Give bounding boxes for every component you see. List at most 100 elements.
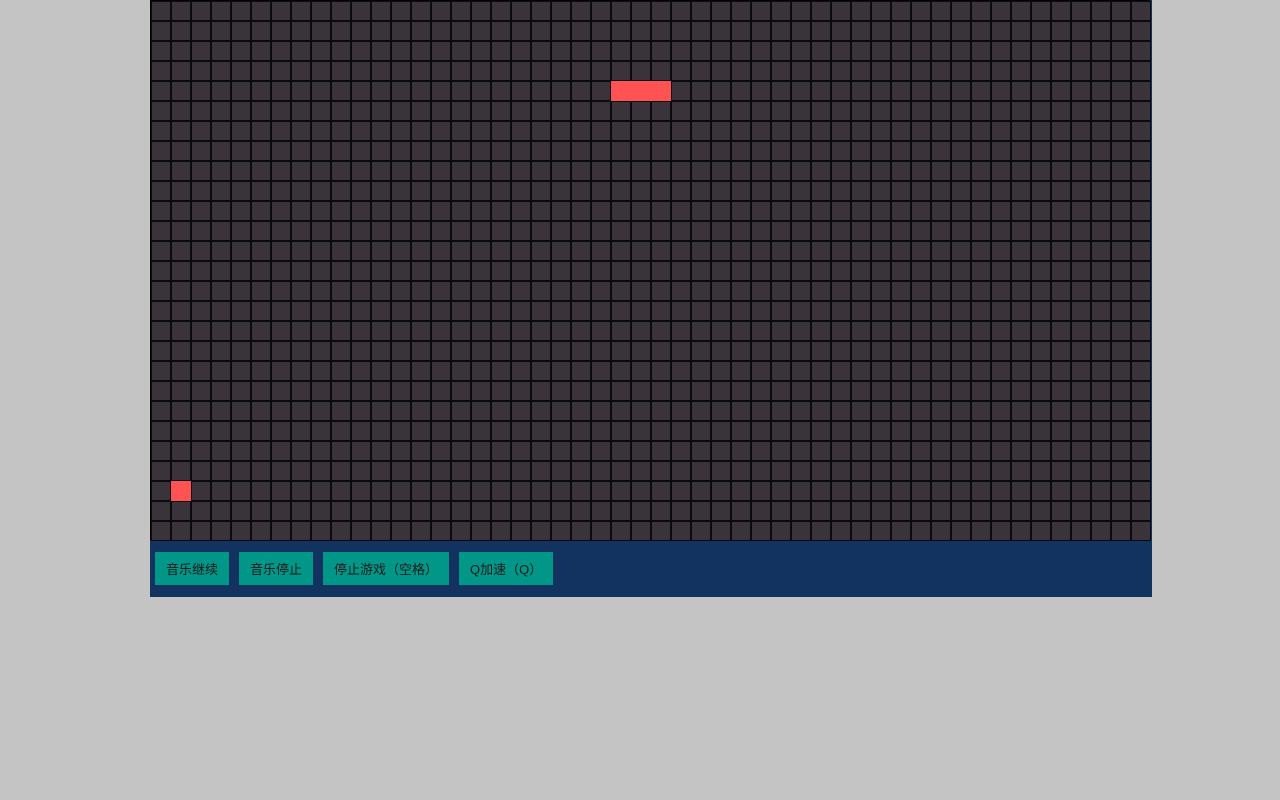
grid-cell: [411, 61, 431, 81]
grid-cell: [551, 101, 571, 121]
grid-cell: [811, 421, 831, 441]
grid-cell: [1051, 321, 1071, 341]
grid-cell: [851, 441, 871, 461]
grid-cell: [791, 381, 811, 401]
grid-cell: [191, 201, 211, 221]
grid-cell: [1011, 1, 1031, 21]
grid-cell: [1091, 21, 1111, 41]
grid-cell: [1111, 61, 1131, 81]
grid-cell: [671, 181, 691, 201]
grid-cell: [891, 421, 911, 441]
grid-cell: [1111, 421, 1131, 441]
grid-cell: [1131, 241, 1151, 261]
grid-cell: [171, 81, 191, 101]
grid-cell: [411, 181, 431, 201]
grid-cell: [231, 401, 251, 421]
grid-cell: [391, 101, 411, 121]
grid-cell: [1091, 241, 1111, 261]
grid-cell: [351, 221, 371, 241]
grid-cell: [311, 501, 331, 521]
grid-cell: [231, 301, 251, 321]
grid-cell: [1031, 181, 1051, 201]
grid-cell: [591, 201, 611, 221]
grid-cell: [531, 481, 551, 501]
grid-cell: [1071, 21, 1091, 41]
grid-cell: [191, 181, 211, 201]
music-stop-button[interactable]: 音乐停止: [239, 552, 313, 585]
grid-cell: [1051, 41, 1071, 61]
grid-cell: [651, 401, 671, 421]
grid-cell: [811, 521, 831, 541]
grid-cell: [591, 441, 611, 461]
grid-cell: [491, 301, 511, 321]
grid-cell: [1111, 1, 1131, 21]
grid-cell: [331, 261, 351, 281]
grid-cell: [651, 481, 671, 501]
grid-cell: [771, 321, 791, 341]
grid-cell: [1131, 341, 1151, 361]
grid-cell: [871, 381, 891, 401]
grid-cell: [571, 461, 591, 481]
grid-cell: [471, 481, 491, 501]
grid-cell: [951, 501, 971, 521]
grid-cell: [411, 441, 431, 461]
grid-cell: [271, 61, 291, 81]
grid-cell: [511, 381, 531, 401]
grid-cell: [211, 421, 231, 441]
grid-cell: [611, 381, 631, 401]
grid-cell: [471, 421, 491, 441]
grid-cell: [331, 121, 351, 141]
grid-cell: [691, 261, 711, 281]
grid-cell: [831, 161, 851, 181]
grid-cell: [1131, 61, 1151, 81]
grid-cell: [311, 301, 331, 321]
grid-cell: [211, 41, 231, 61]
grid-cell: [611, 101, 631, 121]
grid-cell: [831, 441, 851, 461]
grid-cell: [771, 401, 791, 421]
grid-cell: [151, 41, 171, 61]
grid-cell: [611, 481, 631, 501]
grid-cell: [991, 21, 1011, 41]
grid-cell: [831, 21, 851, 41]
grid-cell: [271, 321, 291, 341]
grid-cell: [791, 121, 811, 141]
grid-cell: [431, 521, 451, 541]
grid-cell: [391, 41, 411, 61]
grid-cell: [431, 461, 451, 481]
game-board[interactable]: [150, 0, 1150, 540]
grid-cell: [391, 501, 411, 521]
grid-cell: [831, 421, 851, 441]
grid-cell: [751, 401, 771, 421]
grid-cell: [571, 401, 591, 421]
grid-cell: [851, 61, 871, 81]
grid-cell: [191, 461, 211, 481]
music-resume-button[interactable]: 音乐继续: [155, 552, 229, 585]
grid-cell: [891, 241, 911, 261]
grid-cell: [571, 101, 591, 121]
grid-cell: [791, 101, 811, 121]
grid-cell: [271, 341, 291, 361]
grid-cell: [471, 501, 491, 521]
grid-cell: [771, 161, 791, 181]
grid-cell: [731, 381, 751, 401]
grid-cell: [311, 381, 331, 401]
grid-cell: [711, 401, 731, 421]
grid-cell: [591, 61, 611, 81]
grid-cell: [671, 221, 691, 241]
grid-cell: [211, 381, 231, 401]
grid-cell: [1011, 161, 1031, 181]
grid-cell: [851, 221, 871, 241]
grid-cell: [911, 141, 931, 161]
grid-cell: [231, 321, 251, 341]
speed-up-button[interactable]: Q加速（Q）: [459, 552, 553, 585]
grid-cell: [891, 341, 911, 361]
grid-cell: [1091, 221, 1111, 241]
pause-game-button[interactable]: 停止游戏（空格）: [323, 552, 449, 585]
grid-cell: [991, 1, 1011, 21]
grid-cell: [371, 221, 391, 241]
grid-cell: [971, 201, 991, 221]
grid-cell: [171, 181, 191, 201]
grid-cell: [811, 201, 831, 221]
grid-cell: [991, 421, 1011, 441]
